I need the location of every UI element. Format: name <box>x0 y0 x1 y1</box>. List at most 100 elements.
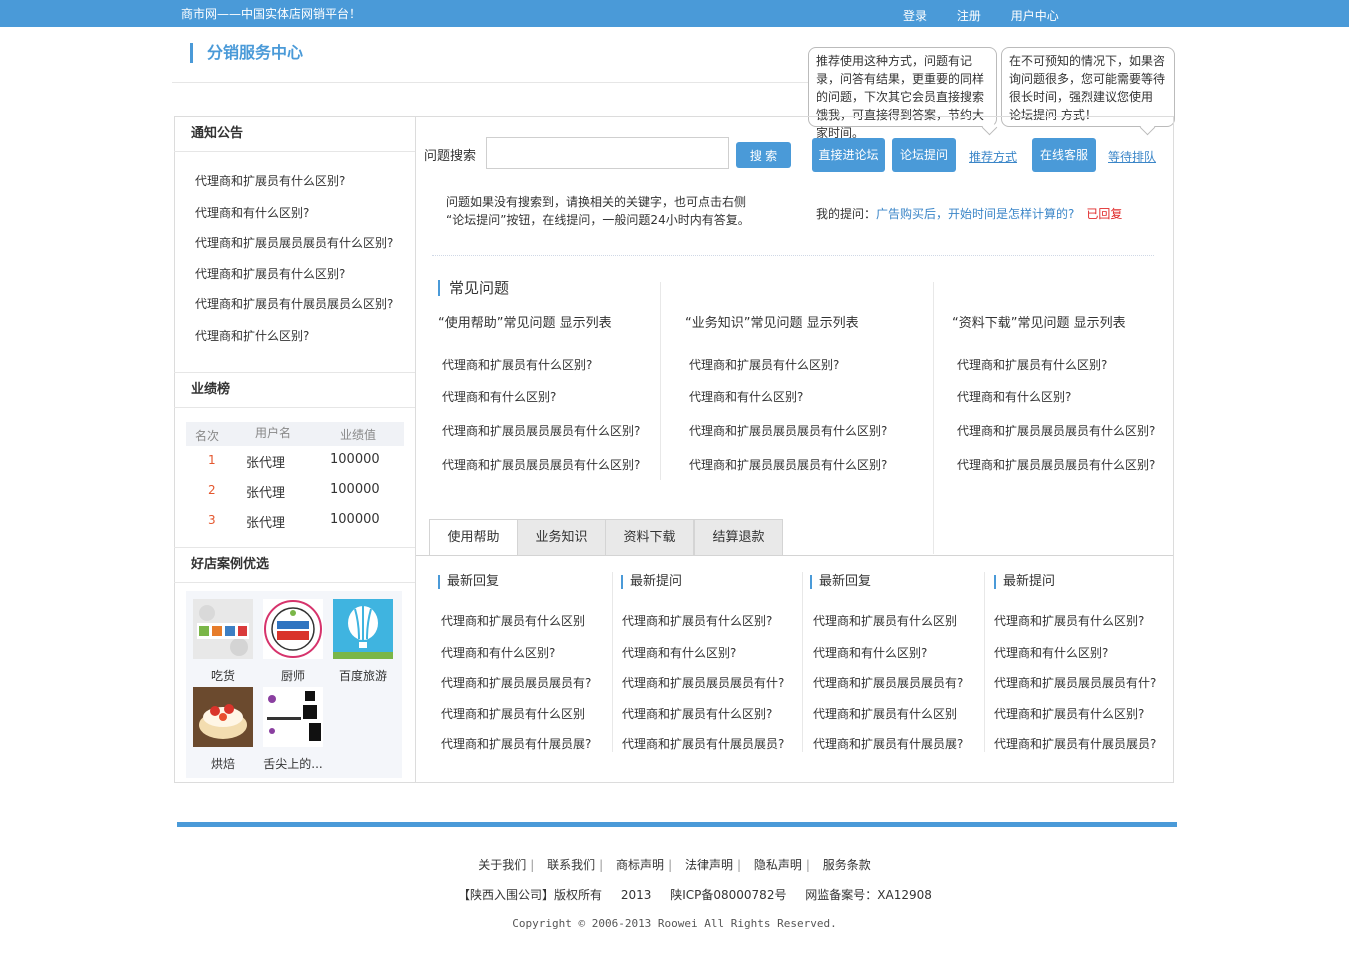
status-badge: 已回复 <box>1086 207 1123 221</box>
tab-business-knowledge[interactable]: 业务知识 <box>517 519 606 555</box>
search-hint: 问题如果没有搜索到，请换相关的关键字，也可点击右侧 “论坛提问”按钮，在线提问，… <box>446 193 766 229</box>
ranking-number: 2 <box>208 483 216 497</box>
column-divider <box>612 572 613 752</box>
faq-item[interactable]: 代理商和扩展员展员展员有什么区别? <box>442 456 640 473</box>
notice-title: 通知公告 <box>174 116 415 152</box>
login-link[interactable]: 登录 <box>903 9 927 23</box>
shop-card[interactable]: 吃货 <box>193 599 253 684</box>
faq-item[interactable]: 代理商和扩展员展员展员有什么区别? <box>689 456 887 473</box>
shop-label: 舌尖上的... <box>263 757 323 771</box>
notice-item[interactable]: 代理商和扩展员有什么区别? <box>195 265 345 282</box>
footer-link-contact[interactable]: 联系我们 <box>547 858 595 872</box>
notice-item[interactable]: 代理商和有什么区别? <box>195 204 309 221</box>
search-hint-line: 问题如果没有搜索到，请换相关的关键字，也可点击右侧 <box>446 195 747 209</box>
ranking-header-score: 业绩值 <box>340 428 377 442</box>
notice-item[interactable]: 代理商和扩展员有什么区别? <box>195 172 345 189</box>
shop-image-chef <box>263 599 323 659</box>
news-item[interactable]: 代理商和扩展员展员展员有什? <box>994 674 1156 691</box>
register-link[interactable]: 注册 <box>957 9 981 23</box>
news-column-title: 最新回复 <box>810 575 871 589</box>
footer-link-trademark[interactable]: 商标声明 <box>616 858 664 872</box>
news-column-title: 最新提问 <box>994 575 1055 589</box>
my-question-link[interactable]: 广告购买后，开始时间是怎样计算的? <box>876 207 1074 221</box>
faq-title: 常见问题 <box>438 280 509 296</box>
faq-item[interactable]: 代理商和有什么区别? <box>689 388 803 405</box>
footer-year: 2013 <box>620 888 652 902</box>
search-hint-line: “论坛提问”按钮，在线提问，一般问题24小时内有答复。 <box>446 213 750 227</box>
footer-link-privacy[interactable]: 隐私声明 <box>754 858 802 872</box>
news-item[interactable]: 代理商和扩展员有什么区别 <box>813 705 957 722</box>
shop-card[interactable]: 烘焙 <box>193 687 253 772</box>
queue-link[interactable]: 等待排队 <box>1108 148 1156 165</box>
footer-record: 网监备案号：XA12908 <box>805 888 932 902</box>
ranking-header-user: 用户名 <box>255 426 292 440</box>
news-item[interactable]: 代理商和扩展员有什么区别 <box>813 612 957 629</box>
faq-column-heading: “使用帮助”常见问题 显示列表 <box>438 316 612 331</box>
news-item[interactable]: 代理商和扩展员有什么区别? <box>622 705 772 722</box>
ranking-score: 100000 <box>330 512 380 527</box>
news-item[interactable]: 代理商和扩展员展员展员有? <box>813 674 963 691</box>
footer-company: 【陕西入围公司】版权所有 <box>458 888 603 902</box>
shop-card[interactable]: 百度旅游 <box>333 599 393 684</box>
search-button[interactable]: 搜 索 <box>736 142 791 168</box>
site-slogan: 商市网——中国实体店网销平台！ <box>181 7 362 21</box>
news-item[interactable]: 代理商和有什么区别? <box>813 644 927 661</box>
faq-column-heading: “资料下载”常见问题 显示列表 <box>952 316 1126 331</box>
online-service-button[interactable]: 在线客服 <box>1032 138 1096 172</box>
news-item[interactable]: 代理商和扩展员有什展员展员? <box>994 735 1156 752</box>
search-input[interactable] <box>486 137 729 169</box>
faq-item[interactable]: 代理商和有什么区别? <box>442 388 556 405</box>
shop-label: 厨师 <box>280 669 305 683</box>
news-item[interactable]: 代理商和扩展员展员展员有什? <box>622 674 784 691</box>
faq-item[interactable]: 代理商和扩展员有什么区别? <box>957 356 1107 373</box>
forum-direct-button[interactable]: 直接进论坛 <box>812 138 885 172</box>
footer-link-legal[interactable]: 法律声明 <box>685 858 733 872</box>
my-question: 我的提问：广告购买后，开始时间是怎样计算的? 已回复 <box>816 205 1122 222</box>
forum-ask-button[interactable]: 论坛提问 <box>892 138 956 172</box>
ranking-user: 张代理 <box>246 486 286 501</box>
notice-item[interactable]: 代理商和扩展员有什展员展员么区别? <box>195 295 393 312</box>
news-item[interactable]: 代理商和扩展员有什么区别 <box>441 612 585 629</box>
faq-item[interactable]: 代理商和扩展员有什么区别? <box>689 356 839 373</box>
news-item[interactable]: 代理商和扩展员有什展员展? <box>813 735 963 752</box>
news-item[interactable]: 代理商和扩展员有什么区别? <box>994 612 1144 629</box>
faq-item[interactable]: 代理商和扩展员展员展员有什么区别? <box>689 422 887 439</box>
ranking-title: 业绩榜 <box>174 372 415 408</box>
news-item[interactable]: 代理商和扩展员有什么区别? <box>622 612 772 629</box>
news-column-title: 最新提问 <box>621 575 682 589</box>
news-item[interactable]: 代理商和扩展员展员展员有? <box>441 674 591 691</box>
tab-downloads[interactable]: 资料下载 <box>605 519 694 555</box>
tab-divider <box>416 555 1173 556</box>
user-center-link[interactable]: 用户中心 <box>1011 9 1059 23</box>
faq-column: “业务知识”常见问题 显示列表 <box>685 312 859 331</box>
ranking-number: 3 <box>208 513 216 527</box>
footer-link-terms[interactable]: 服务条款 <box>823 858 871 872</box>
faq-item[interactable]: 代理商和扩展员展员展员有什么区别? <box>957 422 1155 439</box>
faq-item[interactable]: 代理商和有什么区别? <box>957 388 1071 405</box>
column-divider <box>802 572 803 752</box>
tab-settlement-refund[interactable]: 结算退款 <box>694 519 783 555</box>
news-item[interactable]: 代理商和扩展员有什展员展? <box>441 735 591 752</box>
faq-item[interactable]: 代理商和扩展员有什么区别? <box>442 356 592 373</box>
news-item[interactable]: 代理商和扩展员有什么区别? <box>994 705 1144 722</box>
shop-card[interactable]: 厨师 <box>263 599 323 684</box>
column-divider <box>660 282 661 480</box>
shop-label: 吃货 <box>210 669 235 683</box>
shop-image-bite-of-china <box>263 687 323 747</box>
shop-card[interactable]: 舌尖上的... <box>263 687 323 772</box>
ranking-header-rank: 名次 <box>195 429 220 443</box>
tab-usage-help[interactable]: 使用帮助 <box>429 519 518 556</box>
news-item[interactable]: 代理商和有什么区别? <box>441 644 555 661</box>
news-item[interactable]: 代理商和有什么区别? <box>994 644 1108 661</box>
footer-link-about[interactable]: 关于我们 <box>478 858 526 872</box>
recommend-link[interactable]: 推荐方式 <box>969 148 1017 165</box>
notice-item[interactable]: 代理商和扩展员展员展员有什么区别? <box>195 234 393 251</box>
recommend-tooltip: 推荐使用这种方式，问题有记录，问答有结果，更重要的同样的问题，下次其它会员直接搜… <box>808 47 997 140</box>
notice-item[interactable]: 代理商和扩什么区别? <box>195 327 309 344</box>
faq-item[interactable]: 代理商和扩展员展员展员有什么区别? <box>442 422 640 439</box>
news-item[interactable]: 代理商和有什么区别? <box>622 644 736 661</box>
faq-item[interactable]: 代理商和扩展员展员展员有什么区别? <box>957 456 1155 473</box>
news-item[interactable]: 代理商和扩展员有什展员展员? <box>622 735 784 752</box>
faq-column-heading: “业务知识”常见问题 显示列表 <box>685 316 859 331</box>
news-item[interactable]: 代理商和扩展员有什么区别 <box>441 705 585 722</box>
